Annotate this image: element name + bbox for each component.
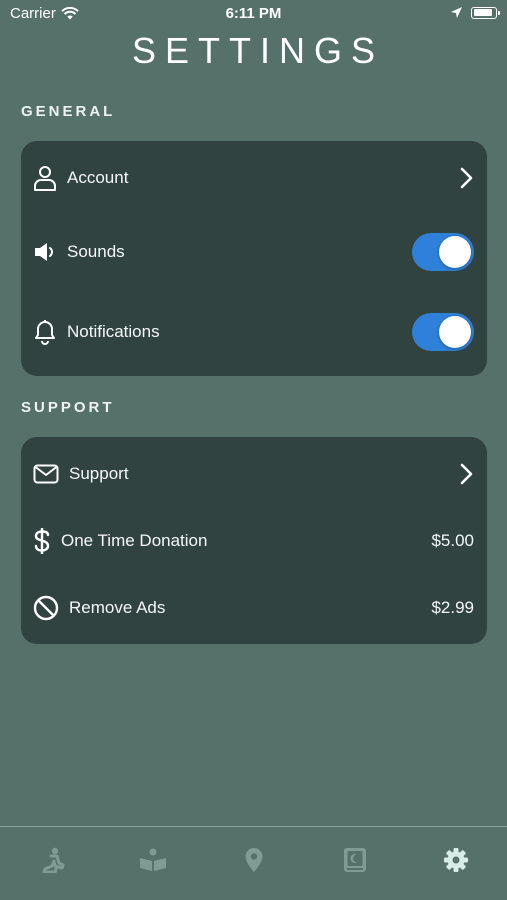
journal-tab[interactable] — [340, 845, 370, 875]
sounds-label: Sounds — [67, 242, 125, 261]
support-label: Support — [69, 464, 129, 483]
quran-book-icon — [344, 848, 366, 872]
account-label: Account — [67, 168, 129, 187]
praying-person-icon — [42, 847, 65, 873]
support-card: Support One Time Donation $5.00 Remove A… — [21, 437, 487, 644]
donation-label: One Time Donation — [61, 531, 208, 550]
sounds-row: Sounds — [21, 222, 487, 282]
pray-tab[interactable] — [38, 845, 68, 875]
prohibited-icon — [33, 595, 59, 621]
envelope-icon — [33, 461, 59, 487]
donation-row[interactable]: One Time Donation $5.00 — [21, 511, 487, 571]
account-row[interactable]: Account — [21, 148, 487, 208]
toggle-knob — [439, 236, 471, 268]
book-tab[interactable] — [138, 845, 168, 875]
map-pin-icon — [245, 848, 263, 872]
chevron-right-icon — [460, 167, 473, 189]
remove-ads-price: $2.99 — [431, 598, 474, 617]
tab-bar — [0, 826, 507, 900]
bell-icon — [32, 319, 58, 345]
notifications-toggle[interactable] — [412, 313, 474, 351]
person-icon — [32, 165, 58, 191]
location-tab[interactable] — [239, 845, 269, 875]
settings-tab[interactable] — [441, 845, 471, 875]
notifications-label: Notifications — [67, 322, 160, 341]
chevron-right-icon — [460, 463, 473, 485]
notifications-row: Notifications — [21, 302, 487, 362]
speaker-icon — [32, 239, 58, 265]
status-bar: Carrier 6:11 PM — [0, 0, 507, 28]
battery-fill — [473, 9, 492, 16]
book-reader-icon — [140, 848, 166, 871]
gear-icon — [444, 848, 468, 872]
status-time: 6:11 PM — [225, 5, 282, 22]
general-heading: GENERAL — [21, 103, 116, 120]
page-title: SETTINGS — [131, 30, 385, 71]
support-heading: SUPPORT — [21, 399, 115, 416]
sounds-toggle[interactable] — [412, 233, 474, 271]
remove-ads-label: Remove Ads — [69, 598, 166, 617]
location-arrow-icon — [451, 7, 462, 18]
support-row[interactable]: Support — [21, 444, 487, 504]
general-card: Account Sounds Notifications — [21, 141, 487, 376]
dollar-icon — [29, 528, 55, 554]
toggle-knob — [439, 316, 471, 348]
remove-ads-row[interactable]: Remove Ads $2.99 — [21, 578, 487, 638]
donation-price: $5.00 — [431, 531, 474, 550]
battery-icon — [471, 6, 500, 19]
status-indicators — [450, 6, 500, 19]
